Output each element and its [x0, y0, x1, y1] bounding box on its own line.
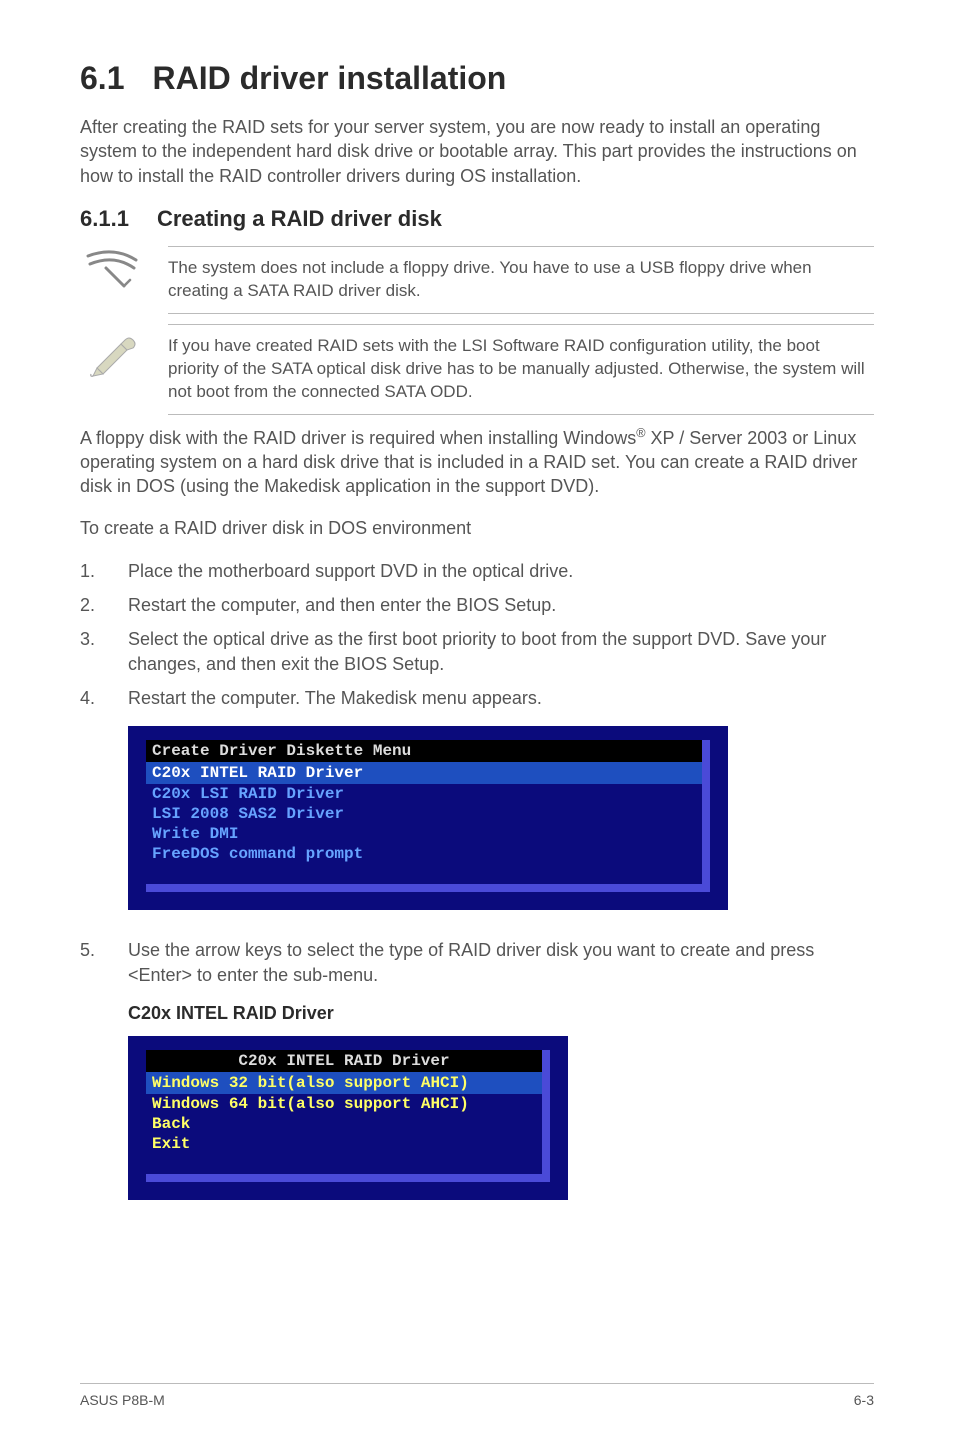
step-item: Restart the computer. The Makedisk menu …: [80, 686, 874, 710]
page-footer: ASUS P8B-M 6-3: [80, 1383, 874, 1408]
subsection-number: 6.1.1: [80, 206, 129, 231]
page-title: 6.1 RAID driver installation: [80, 60, 874, 97]
subsection-title: 6.1.1 Creating a RAID driver disk: [80, 206, 874, 232]
submenu-item: Windows 64 bit(also support AHCI): [146, 1094, 542, 1114]
intro-paragraph: After creating the RAID sets for your se…: [80, 115, 874, 188]
section-title: RAID driver installation: [152, 60, 506, 96]
subsection-text: Creating a RAID driver disk: [157, 206, 442, 231]
footer-left: ASUS P8B-M: [80, 1392, 165, 1408]
menu-item: Write DMI: [146, 824, 702, 844]
steps-list: Place the motherboard support DVD in the…: [80, 559, 874, 710]
step-item: Place the motherboard support DVD in the…: [80, 559, 874, 583]
step-item: Restart the computer, and then enter the…: [80, 593, 874, 617]
menu-title: Create Driver Diskette Menu: [146, 740, 702, 762]
registered-mark: ®: [636, 426, 645, 440]
driver-submenu-title: C20x INTEL RAID Driver: [128, 1003, 874, 1024]
submenu-blank: [146, 1154, 542, 1174]
submenu-selected: Windows 32 bit(also support AHCI): [146, 1072, 542, 1094]
floppy-paragraph: A floppy disk with the RAID driver is re…: [80, 425, 874, 499]
submenu-item: Back: [146, 1114, 542, 1134]
menu-item: C20x LSI RAID Driver: [146, 784, 702, 804]
menu-selected: C20x INTEL RAID Driver: [146, 762, 702, 784]
section-number: 6.1: [80, 60, 124, 96]
caution-note: The system does not include a floppy dri…: [80, 246, 874, 314]
steps-list-cont: Use the arrow keys to select the type of…: [80, 938, 874, 987]
submenu-title: C20x INTEL RAID Driver: [146, 1050, 542, 1072]
floppy-para-a: A floppy disk with the RAID driver is re…: [80, 428, 636, 448]
info-text: If you have created RAID sets with the L…: [168, 324, 874, 415]
pencil-icon: [80, 324, 144, 378]
menu-item: LSI 2008 SAS2 Driver: [146, 804, 702, 824]
intel-raid-menu: C20x INTEL RAID Driver Windows 32 bit(al…: [128, 1036, 568, 1200]
submenu-item: Exit: [146, 1134, 542, 1154]
step-item: Use the arrow keys to select the type of…: [80, 938, 874, 987]
caution-icon: [80, 246, 144, 290]
menu-blank: [146, 864, 702, 884]
dos-env-paragraph: To create a RAID driver disk in DOS envi…: [80, 516, 874, 540]
makedisk-menu: Create Driver Diskette Menu C20x INTEL R…: [128, 726, 728, 910]
footer-right: 6-3: [854, 1392, 874, 1408]
step-item: Select the optical drive as the first bo…: [80, 627, 874, 676]
menu-item: FreeDOS command prompt: [146, 844, 702, 864]
info-note: If you have created RAID sets with the L…: [80, 324, 874, 415]
caution-text: The system does not include a floppy dri…: [168, 246, 874, 314]
